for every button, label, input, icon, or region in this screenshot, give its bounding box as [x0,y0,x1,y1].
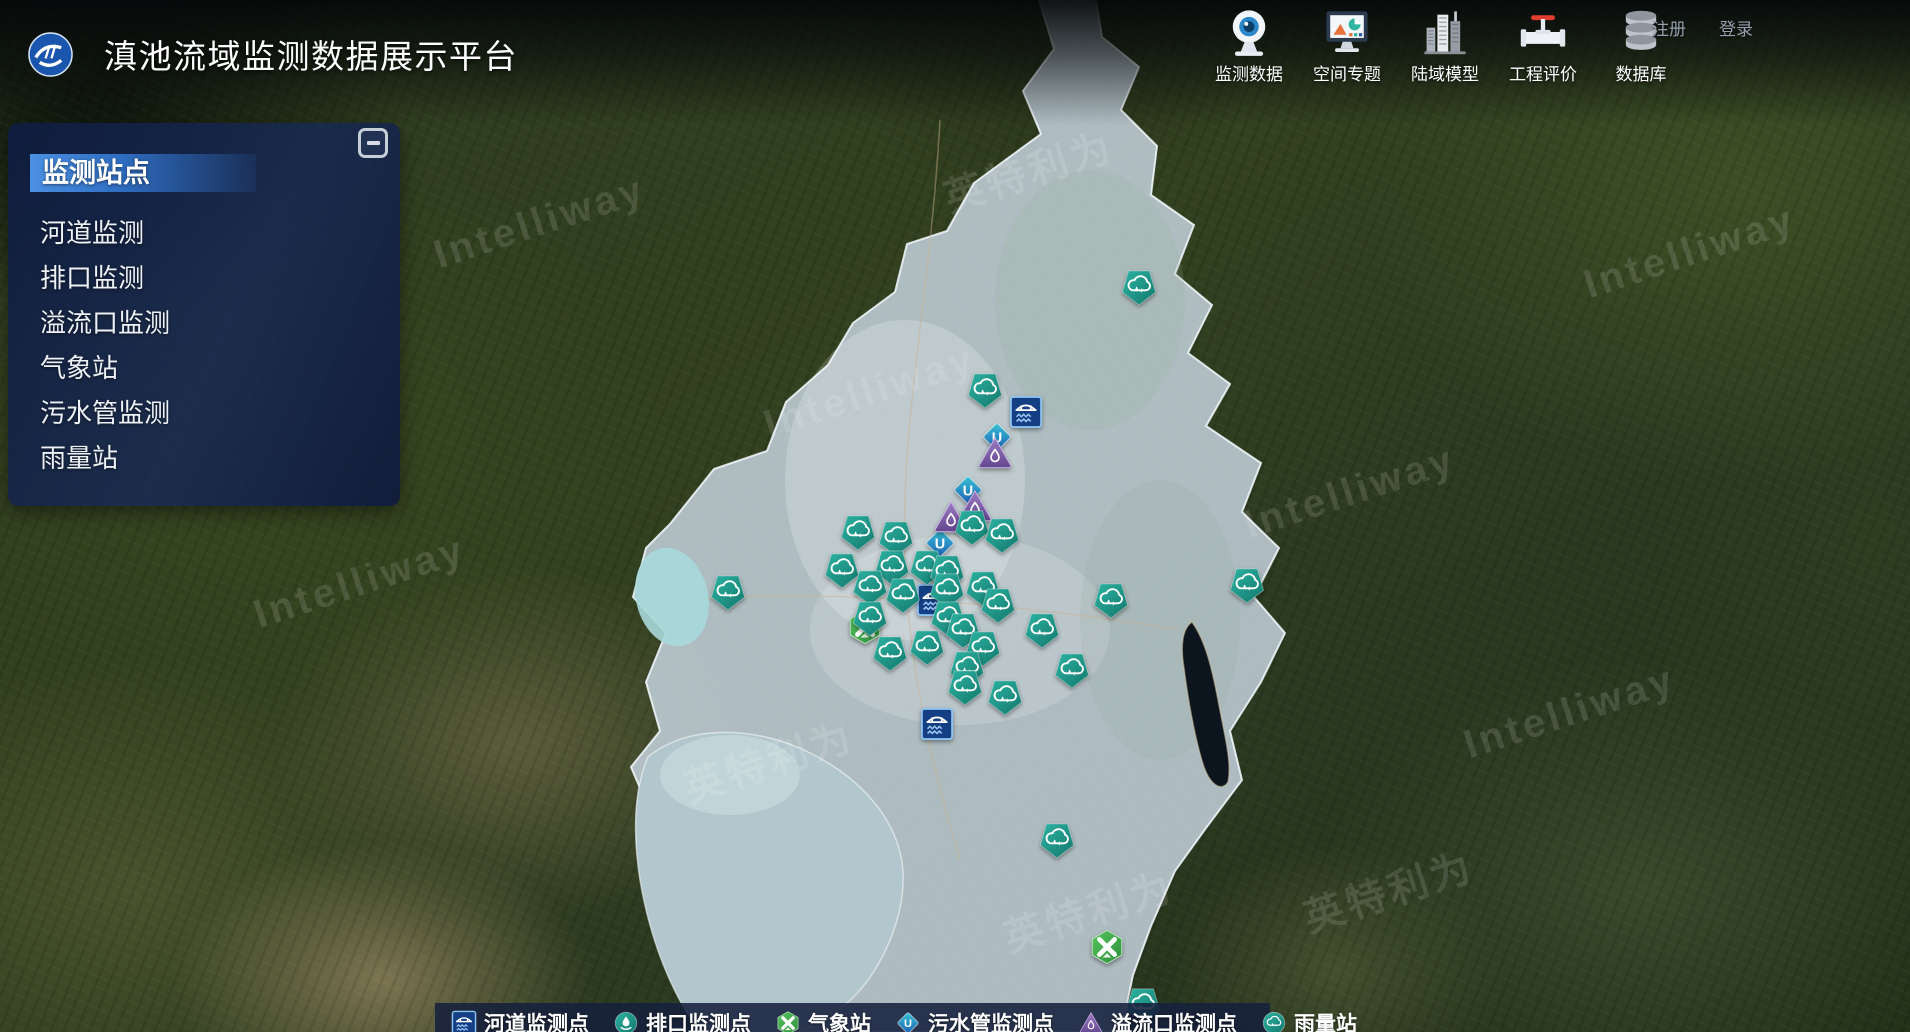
station-panel: 监测站点 河道监测排口监测溢流口监测气象站污水管监测雨量站 [8,123,400,506]
legend-item-label: 排口监测点 [646,1008,751,1032]
nav-item-valve[interactable]: 工程评价 [1502,6,1584,85]
nav-item-monitor-chart[interactable]: 空间专题 [1306,6,1388,85]
nav-item-label: 空间专题 [1313,60,1381,85]
legend-item-label: 溢流口监测点 [1111,1008,1237,1032]
legend-item-outfall[interactable]: 排口监测点 [613,1008,751,1032]
map-marker-rain[interactable] [966,371,1004,409]
station-type-item[interactable]: 河道监测 [40,211,400,256]
brand: 滇池流域监测数据展示平台 [27,30,518,78]
map-legend: 河道监测点 排口监测点 气象站 污水管监测点 溢流口监测点 雨量站 [435,1003,1270,1032]
app-root: Intelliway英特利为Intelliway英特利为IntelliwayIn… [0,0,1910,1032]
map-marker-rain[interactable] [1038,821,1076,859]
legend-item-label: 污水管监测点 [928,1008,1054,1032]
top-nav: 监测数据 空间专题 陆域模型 工程评价 数据库 [1208,6,1682,85]
station-type-item[interactable]: 排口监测 [40,256,400,301]
nav-item-webcam[interactable]: 监测数据 [1208,6,1290,85]
login-link[interactable]: 登录 [1719,15,1753,40]
panel-title[interactable]: 监测站点 [30,154,256,192]
map-marker-weather[interactable] [1088,928,1126,966]
nav-item-label: 工程评价 [1509,60,1577,85]
map-marker-rain[interactable] [1120,268,1158,306]
overflow-marker-icon [1078,1010,1104,1032]
map-marker-rain[interactable] [946,668,984,706]
map-marker-rain[interactable] [908,628,946,666]
platform-logo [27,31,74,78]
auth-links: 注册 登录 [1652,15,1753,40]
valve-icon [1517,6,1569,58]
sewer-marker-icon [895,1010,921,1032]
map-marker-rain[interactable] [871,634,909,672]
legend-item-rain[interactable]: 雨量站 [1261,1008,1357,1032]
map-marker-river[interactable] [1009,395,1043,429]
collapse-panel-button[interactable] [358,128,388,158]
rain-marker-icon [1261,1010,1287,1032]
river-marker-icon [451,1010,477,1032]
station-type-item[interactable]: 雨量站 [40,436,400,481]
legend-item-label: 河道监测点 [484,1008,589,1032]
station-type-list: 河道监测排口监测溢流口监测气象站污水管监测雨量站 [8,211,400,481]
weather-marker-icon [775,1010,801,1032]
legend-item-overflow[interactable]: 溢流口监测点 [1078,1008,1237,1032]
webcam-icon [1223,6,1275,58]
map-marker-river[interactable] [920,707,954,741]
buildings-icon [1419,6,1471,58]
station-type-item[interactable]: 气象站 [40,346,400,391]
legend-item-river[interactable]: 河道监测点 [451,1008,589,1032]
nav-item-buildings[interactable]: 陆域模型 [1404,6,1486,85]
page-title: 滇池流域监测数据展示平台 [104,30,518,78]
map-marker-rain[interactable] [979,586,1017,624]
map-marker-rain[interactable] [1053,651,1091,689]
outfall-marker-icon [613,1010,639,1032]
minus-icon [367,141,380,145]
station-type-item[interactable]: 污水管监测 [40,391,400,436]
map-marker-rain[interactable] [1023,611,1061,649]
map-marker-rain[interactable] [1228,566,1266,604]
legend-item-label: 雨量站 [1294,1008,1357,1032]
map-marker-rain[interactable] [986,678,1024,716]
legend-item-weather[interactable]: 气象站 [775,1008,871,1032]
legend-item-label: 气象站 [808,1008,871,1032]
map-marker-rain[interactable] [839,513,877,551]
nav-item-label: 数据库 [1616,60,1667,85]
map-marker-overflow[interactable] [976,434,1014,472]
map-marker-rain[interactable] [884,576,922,614]
register-link[interactable]: 注册 [1652,15,1686,40]
legend-item-sewer[interactable]: 污水管监测点 [895,1008,1054,1032]
top-bar: 滇池流域监测数据展示平台 监测数据 空间专题 陆域模型 工程评价 数据库 注册 … [0,0,1910,100]
map-marker-rain[interactable] [1092,581,1130,619]
station-type-item[interactable]: 溢流口监测 [40,301,400,346]
map-marker-rain[interactable] [851,599,889,637]
map-marker-rain[interactable] [709,573,747,611]
monitor-chart-icon [1321,6,1373,58]
nav-item-label: 监测数据 [1215,60,1283,85]
nav-item-label: 陆域模型 [1411,60,1479,85]
map-marker-rain[interactable] [983,516,1021,554]
